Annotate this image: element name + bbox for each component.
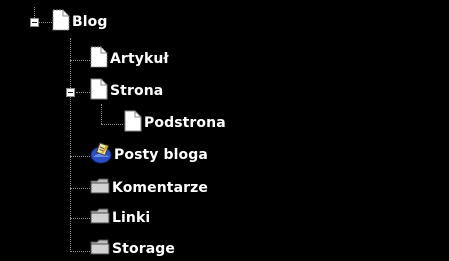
page-icon [90, 78, 108, 105]
page-tree-panel: Blog Artykuł Strona Podstrona Posty blog… [0, 0, 449, 261]
tree-connector [34, 7, 35, 18]
tree-node-linki[interactable]: Linki [90, 206, 150, 230]
tree-connector [70, 188, 90, 189]
tree-connector [70, 60, 90, 61]
tree-node-label: Podstrona [144, 115, 226, 131]
tree-node-label: Storage [112, 241, 175, 257]
tree-node-strona[interactable]: Strona [90, 78, 164, 105]
tree-node-label: Komentarze [112, 180, 208, 196]
page-icon [124, 110, 142, 137]
tree-node-posty-bloga[interactable]: Posty bloga [90, 141, 208, 169]
collapse-toggle-blog[interactable] [30, 18, 39, 27]
tree-node-podstrona[interactable]: Podstrona [124, 110, 226, 137]
tree-node-artykul[interactable]: Artykuł [90, 46, 169, 73]
collapse-toggle-strona[interactable] [66, 88, 75, 97]
folder-icon [90, 207, 110, 230]
tree-connector [101, 124, 123, 125]
tree-connector [38, 22, 52, 23]
folder-icon [90, 177, 110, 200]
page-tree: Blog Artykuł Strona Podstrona Posty blog… [0, 0, 449, 261]
tree-connector [70, 38, 71, 252]
blog-plugin-icon [90, 141, 112, 169]
tree-node-label: Strona [110, 83, 164, 99]
page-icon [90, 46, 108, 73]
page-icon [52, 9, 70, 36]
tree-connector [70, 218, 90, 219]
tree-node-label: Blog [72, 14, 108, 30]
tree-node-label: Linki [112, 210, 151, 226]
tree-node-komentarze[interactable]: Komentarze [90, 176, 208, 200]
tree-connector [101, 104, 102, 124]
tree-node-label: Posty bloga [114, 147, 208, 163]
tree-connector [70, 156, 90, 157]
tree-connector [70, 251, 90, 252]
tree-node-blog[interactable]: Blog [52, 9, 108, 36]
tree-connector [76, 92, 90, 93]
tree-node-label: Artykuł [110, 51, 169, 67]
tree-node-storage[interactable]: Storage [90, 237, 175, 261]
folder-icon [90, 238, 110, 261]
